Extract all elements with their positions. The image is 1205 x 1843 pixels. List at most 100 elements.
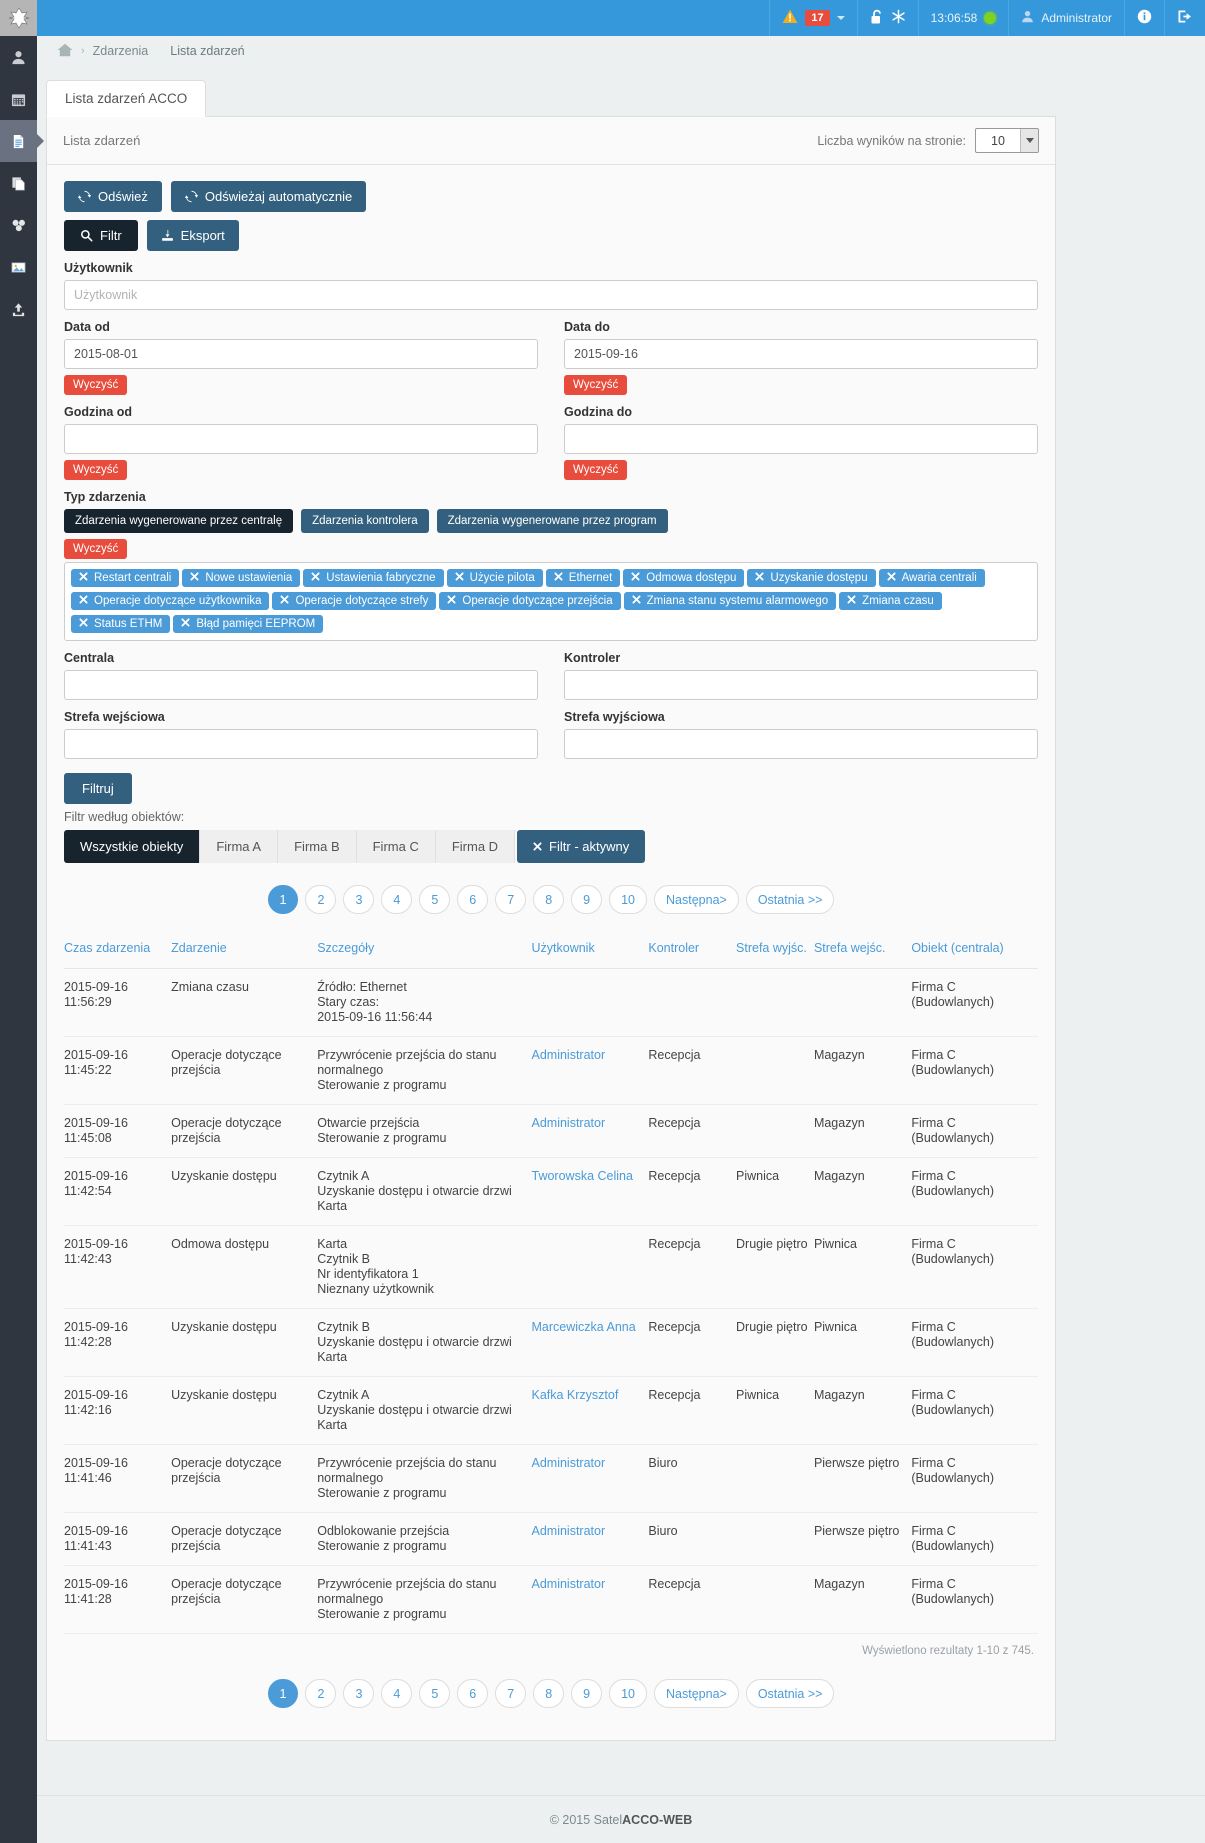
table-row[interactable]: 2015-09-16 11:56:29 Zmiana czasu Źródło: Et…	[64, 968, 1038, 1037]
close-x-icon[interactable]	[632, 595, 641, 607]
close-x-icon[interactable]	[280, 595, 290, 607]
pagination-top-page-7[interactable]: 7	[495, 885, 527, 914]
pagination-top-page-9[interactable]: 9	[571, 885, 603, 914]
pagination-bottom-last-button[interactable]: Ostatnia >>	[745, 1679, 835, 1708]
close-x-icon[interactable]	[455, 572, 464, 584]
pagination-bottom-page-3[interactable]: 3	[343, 1679, 375, 1708]
close-x-icon[interactable]	[79, 572, 88, 584]
pagination-bottom-page-5[interactable]: 5	[419, 1679, 451, 1708]
pagination-bottom-page-8[interactable]: 8	[533, 1679, 565, 1708]
submit-filter-button[interactable]: Filtruj	[64, 773, 132, 804]
pagination-bottom-page-10[interactable]: 10	[609, 1679, 648, 1708]
close-x-icon[interactable]	[554, 572, 563, 584]
table-column-header[interactable]: Strefa wyjśc.	[736, 928, 814, 969]
table-row[interactable]: 2015-09-16 11:41:28 Operacje dotyczące prz…	[64, 1565, 1038, 1634]
event-type-tag[interactable]: Operacje dotyczące przejścia	[439, 592, 621, 610]
table-row[interactable]: 2015-09-16 11:42:54 Uzyskanie dostępu Czytn…	[64, 1157, 1038, 1226]
strefa-wyjsciowa-input[interactable]	[564, 729, 1038, 759]
kontroler-input[interactable]	[564, 670, 1038, 700]
date-to-input[interactable]	[564, 339, 1038, 369]
table-row[interactable]: 2015-09-16 11:45:22 Operacje dotyczące prz…	[64, 1036, 1038, 1105]
pagination-top-last-button[interactable]: Ostatnia >>	[745, 885, 835, 914]
chevron-down-icon[interactable]	[1020, 129, 1038, 152]
user-link[interactable]: Administrator	[532, 1116, 606, 1130]
pagination-bottom-page-2[interactable]: 2	[305, 1679, 337, 1708]
object-filter-tab-4[interactable]: Firma D	[435, 830, 516, 863]
clear-time-to-button[interactable]: Wyczyść	[564, 460, 628, 480]
sidebar-item-topology[interactable]	[0, 204, 37, 246]
info-button[interactable]	[1124, 0, 1164, 36]
event-type-button-2[interactable]: Zdarzenia wygenerowane przez program	[436, 509, 668, 533]
sidebar-item-maps[interactable]	[0, 246, 37, 288]
table-row[interactable]: 2015-09-16 11:42:28 Uzyskanie dostępu Czytn…	[64, 1308, 1038, 1377]
centrala-input[interactable]	[64, 670, 538, 700]
user-input[interactable]	[64, 280, 1038, 310]
close-x-icon[interactable]	[847, 595, 856, 607]
clear-time-from-button[interactable]: Wyczyść	[64, 460, 128, 480]
pagination-top-next-button[interactable]: Następna>	[654, 885, 739, 914]
pagination-bottom-page-7[interactable]: 7	[495, 1679, 527, 1708]
logout-button[interactable]	[1164, 0, 1205, 36]
table-column-header[interactable]: Szczegóły	[317, 928, 532, 969]
clear-date-from-button[interactable]: Wyczyść	[64, 375, 128, 395]
event-type-tag[interactable]: Zmiana czasu	[839, 592, 942, 610]
user-link[interactable]: Administrator	[532, 1456, 606, 1470]
user-link[interactable]: Administrator	[532, 1577, 606, 1591]
table-column-header[interactable]: Kontroler	[648, 928, 737, 969]
filter-button[interactable]: Filtr	[64, 220, 138, 251]
event-type-tag[interactable]: Odmowa dostępu	[623, 569, 745, 587]
pagination-top-page-8[interactable]: 8	[533, 885, 565, 914]
unlock-icon[interactable]	[870, 9, 884, 28]
table-column-header[interactable]: Użytkownik	[531, 928, 649, 969]
pagination-bottom-next-button[interactable]: Następna>	[654, 1679, 739, 1708]
pagination-top-page-2[interactable]: 2	[305, 885, 337, 914]
close-x-icon[interactable]	[887, 572, 896, 584]
close-x-icon[interactable]	[79, 618, 88, 630]
lock-group[interactable]	[856, 0, 918, 36]
user-menu[interactable]: Administrator	[1008, 0, 1124, 36]
table-row[interactable]: 2015-09-16 11:45:08 Operacje dotyczące prz…	[64, 1104, 1038, 1158]
pagination-bottom-page-1[interactable]: 1	[267, 1679, 299, 1708]
table-row[interactable]: 2015-09-16 11:42:16 Uzyskanie dostępu Czytn…	[64, 1376, 1038, 1445]
event-type-tag[interactable]: Zmiana stanu systemu alarmowego	[623, 592, 837, 610]
event-type-button-1[interactable]: Zdarzenia kontrolera	[301, 509, 429, 533]
alerts-group[interactable]: 17	[769, 0, 856, 36]
clear-event-type-button[interactable]: Wyczyść	[64, 539, 128, 559]
export-button[interactable]: Eksport	[146, 220, 239, 251]
user-link[interactable]: Administrator	[532, 1048, 606, 1062]
table-row[interactable]: 2015-09-16 11:41:43 Operacje dotyczące prz…	[64, 1512, 1038, 1566]
pagination-top-page-6[interactable]: 6	[457, 885, 489, 914]
event-type-tag[interactable]: Ethernet	[545, 569, 621, 587]
home-icon[interactable]	[57, 43, 73, 60]
table-column-header[interactable]: Zdarzenie	[171, 928, 318, 969]
pagination-top-page-3[interactable]: 3	[343, 885, 375, 914]
pagination-top-page-4[interactable]: 4	[381, 885, 413, 914]
table-column-header[interactable]: Czas zdarzenia	[64, 928, 172, 969]
clear-date-to-button[interactable]: Wyczyść	[564, 375, 628, 395]
user-link[interactable]: Tworowska Celina	[532, 1169, 633, 1183]
sidebar-item-events[interactable]	[0, 120, 44, 162]
event-type-tag[interactable]: Ustawienia fabryczne	[303, 569, 444, 587]
active-filter-chip[interactable]: Filtr - aktywny	[517, 830, 646, 863]
auto-refresh-button[interactable]: Odświeżaj automatycznie	[170, 181, 367, 212]
table-column-header[interactable]: Obiekt (centrala)	[911, 928, 1038, 969]
user-link[interactable]: Administrator	[532, 1524, 606, 1538]
event-type-tag[interactable]: Użycie pilota	[446, 569, 543, 587]
sidebar-item-copy[interactable]	[0, 162, 37, 204]
close-x-icon[interactable]	[311, 572, 320, 584]
event-type-tag[interactable]: Operacje dotyczące użytkownika	[71, 592, 270, 610]
table-row[interactable]: 2015-09-16 11:42:43 Odmowa dostępu Karta Czy…	[64, 1225, 1038, 1309]
event-type-tag[interactable]: Status ETHM	[71, 615, 171, 633]
refresh-button[interactable]: Odśwież	[64, 181, 162, 212]
user-link[interactable]: Kafka Krzysztof	[532, 1388, 619, 1402]
close-x-icon[interactable]	[631, 572, 640, 584]
event-type-tag[interactable]: Awaria centrali	[878, 569, 985, 587]
results-per-page-select[interactable]: 10	[975, 128, 1039, 153]
object-filter-tab-0[interactable]: Wszystkie obiekty	[64, 830, 201, 863]
breadcrumb-link-section[interactable]: Zdarzenia	[93, 44, 149, 58]
time-to-input[interactable]	[564, 424, 1038, 454]
pagination-bottom-page-6[interactable]: 6	[457, 1679, 489, 1708]
pagination-bottom-page-4[interactable]: 4	[381, 1679, 413, 1708]
event-type-button-0[interactable]: Zdarzenia wygenerowane przez centralę	[64, 509, 294, 533]
tab-lista-zdarzen-acco[interactable]: Lista zdarzeń ACCO	[46, 80, 207, 117]
